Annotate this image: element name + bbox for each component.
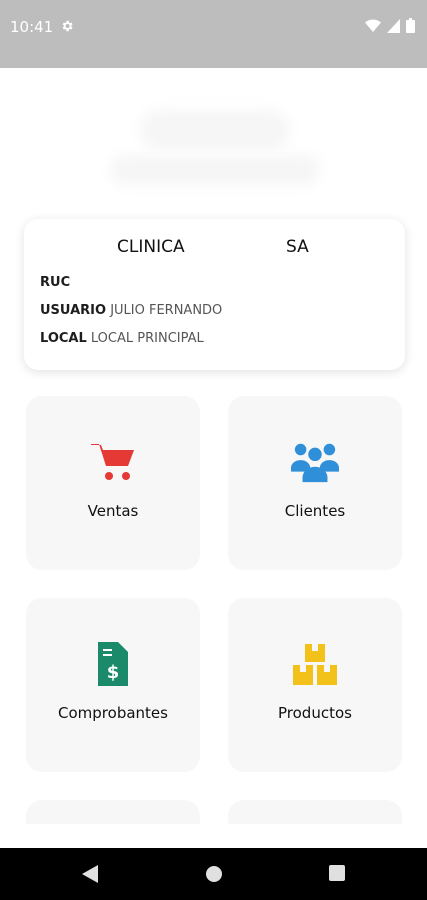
- home-icon[interactable]: [205, 865, 223, 883]
- battery-icon: [406, 18, 415, 33]
- status-bar: 10:41: [0, 0, 427, 68]
- company-info-card: CLINICA SA RUC USUARIO JULIO FERNANDO LO…: [24, 219, 405, 370]
- tile-comprobantes[interactable]: $ Comprobantes: [26, 598, 200, 772]
- local-value: LOCAL PRINCIPAL: [90, 331, 204, 346]
- tile-label-comprobantes: Comprobantes: [58, 704, 168, 722]
- local-label: LOCAL: [40, 331, 87, 346]
- recents-icon[interactable]: [329, 865, 345, 881]
- navigation-bar: [0, 848, 427, 900]
- ruc-label: RUC: [40, 275, 71, 290]
- usuario-label: USUARIO: [40, 303, 107, 318]
- svg-text:$: $: [107, 662, 120, 683]
- cart-icon: [91, 444, 134, 480]
- company-name-part1: CLINICA: [117, 237, 185, 257]
- tile-label-ventas: Ventas: [87, 502, 139, 520]
- users-icon: [291, 443, 339, 483]
- company-name-part2: SA: [286, 237, 309, 257]
- wifi-icon: [365, 18, 381, 32]
- tile-label-clientes: Clientes: [284, 502, 346, 520]
- tile-label-productos: Productos: [278, 704, 352, 722]
- ruc-row: RUC: [40, 275, 70, 290]
- receipt-icon: $: [98, 642, 128, 686]
- signal-icon: [387, 18, 400, 33]
- tile-partial-left[interactable]: [26, 800, 200, 824]
- company-logo: [100, 105, 327, 195]
- usuario-value: JULIO FERNANDO: [110, 303, 223, 318]
- boxes-icon: [293, 644, 337, 685]
- tile-productos[interactable]: Productos: [228, 598, 402, 772]
- tile-partial-right[interactable]: [228, 800, 402, 824]
- status-time: 10:41: [10, 18, 54, 36]
- back-icon[interactable]: [82, 865, 98, 883]
- tile-clientes[interactable]: Clientes: [228, 396, 402, 570]
- settings-icon: [62, 20, 73, 32]
- local-row: LOCAL LOCAL PRINCIPAL: [40, 331, 204, 346]
- tile-ventas[interactable]: Ventas: [26, 396, 200, 570]
- usuario-row: USUARIO JULIO FERNANDO: [40, 303, 222, 318]
